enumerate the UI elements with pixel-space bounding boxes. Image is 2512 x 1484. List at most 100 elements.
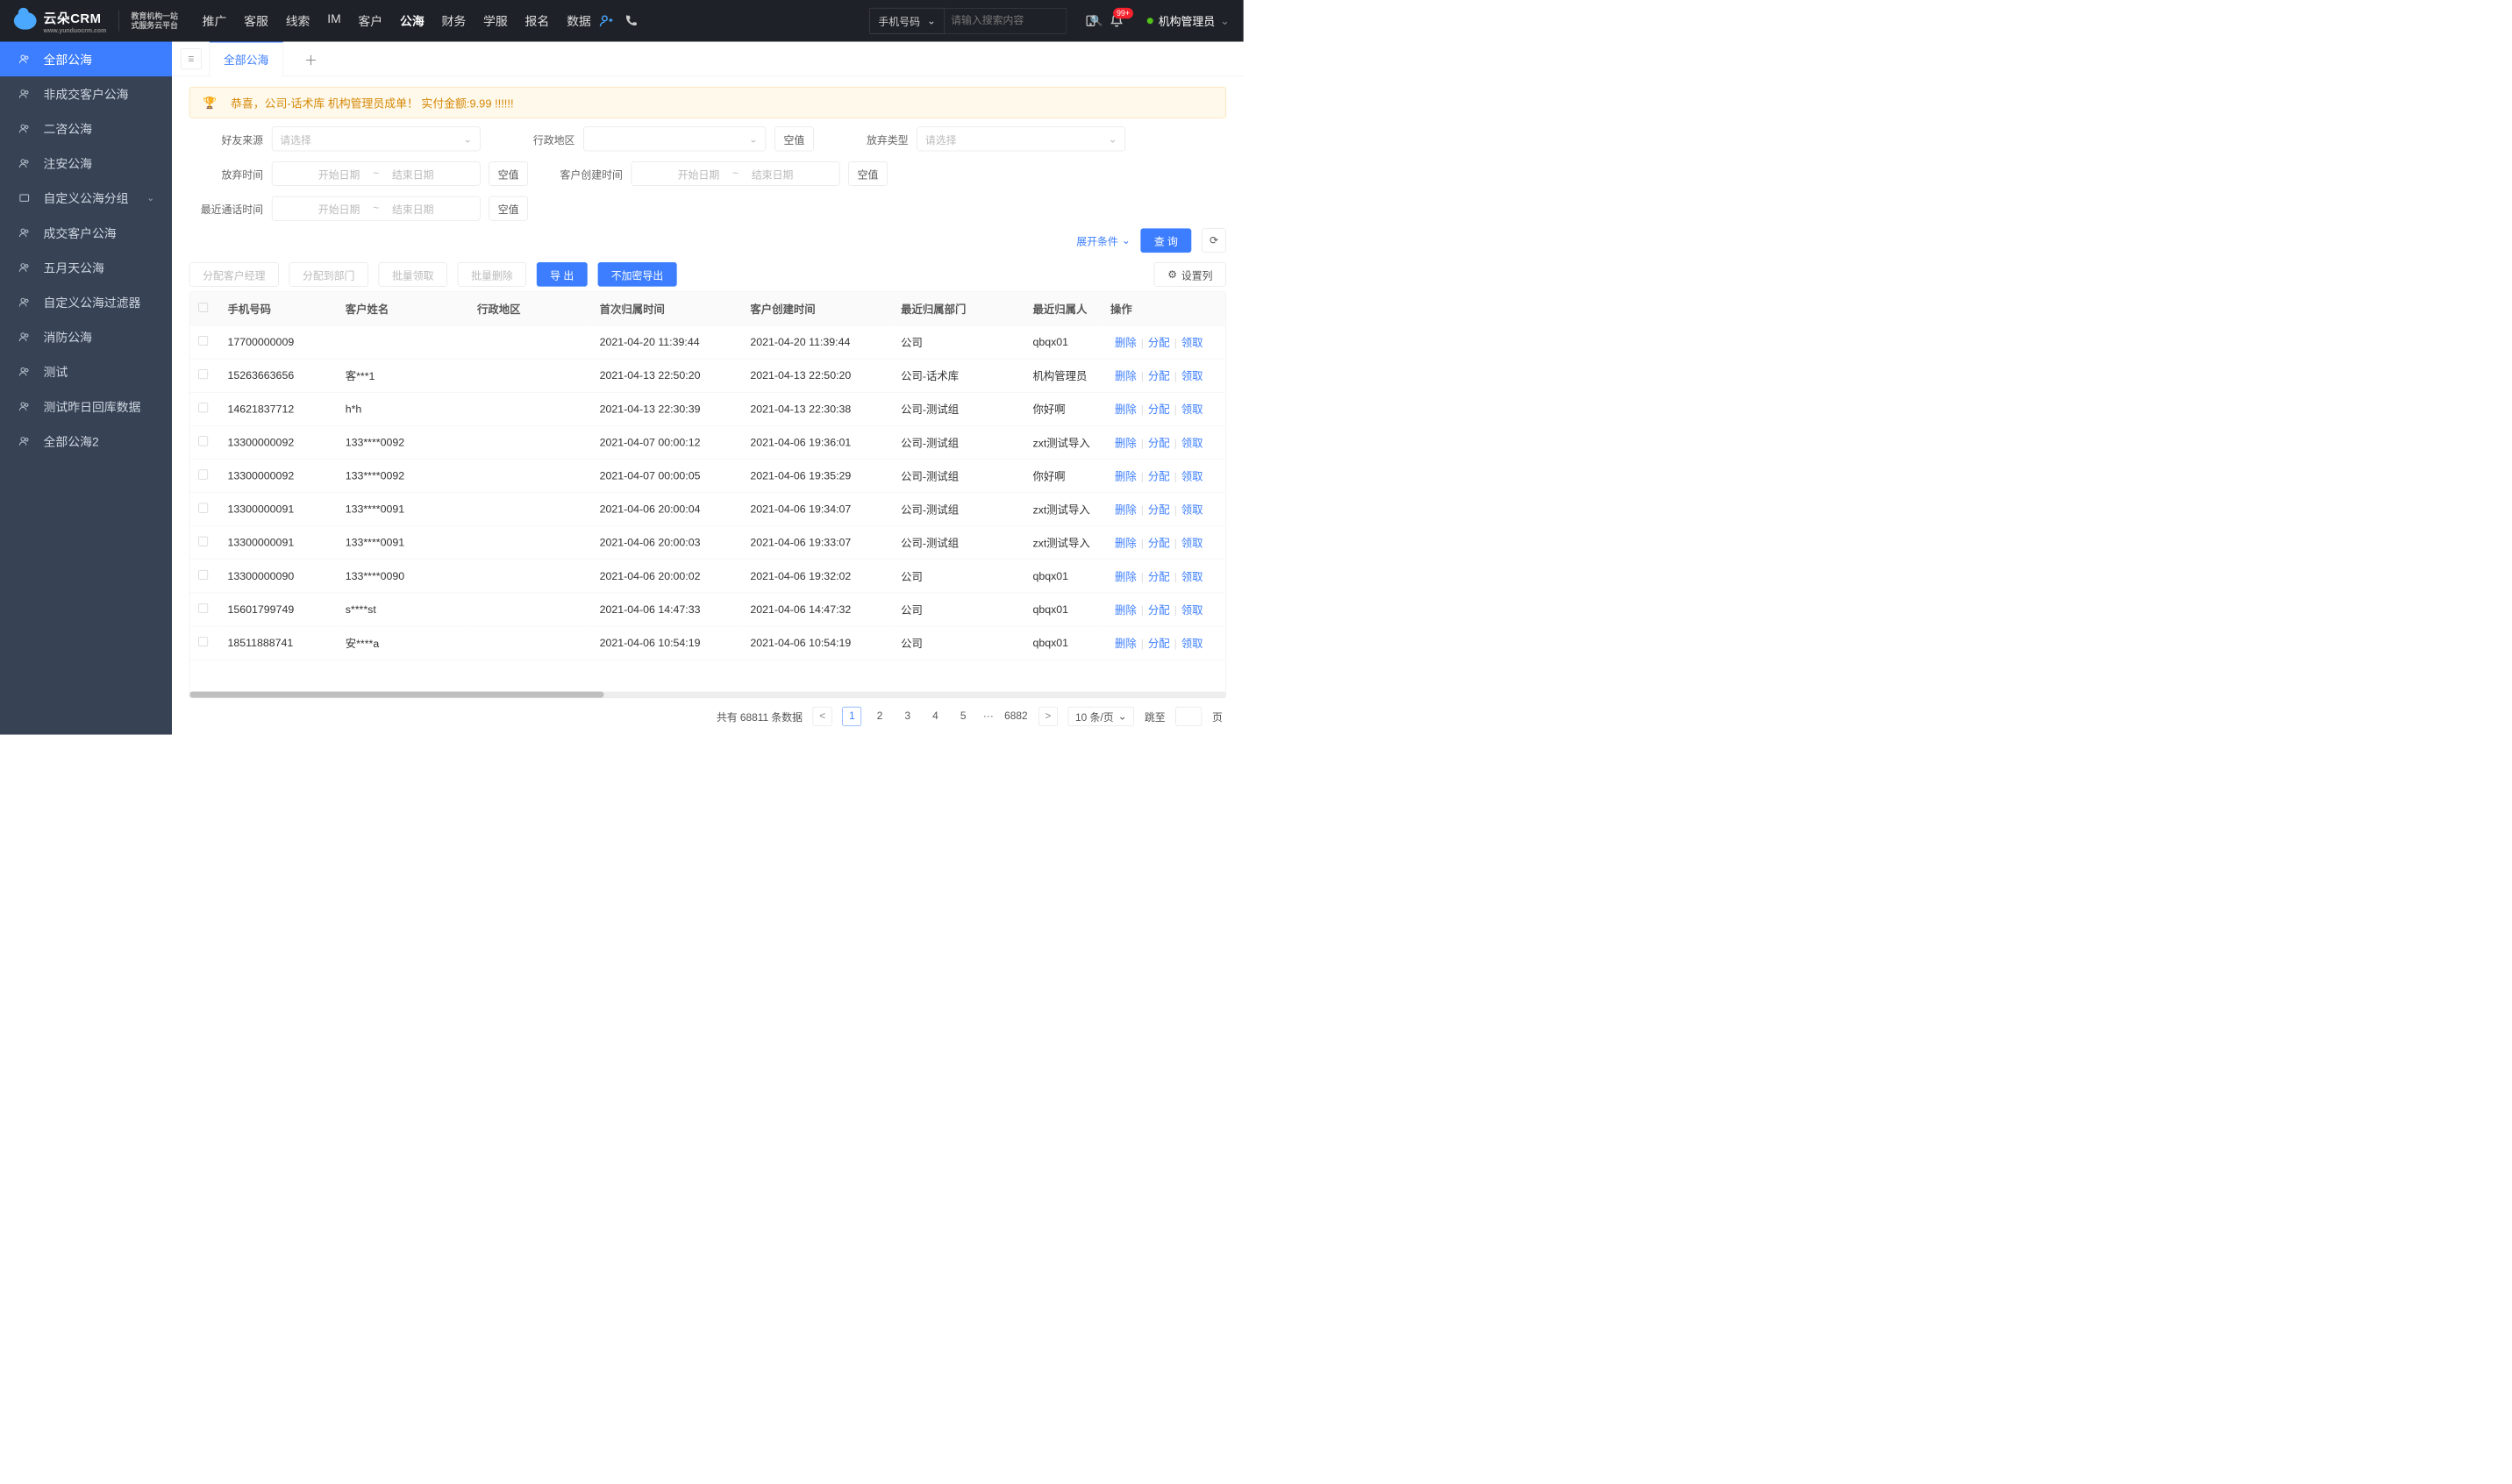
row-claim-link[interactable]: 领取 xyxy=(1181,538,1203,550)
filter-abandon-time-empty[interactable]: 空值 xyxy=(489,161,528,186)
user-menu[interactable]: 机构管理员 ⌄ xyxy=(1147,13,1230,29)
sidebar-item-0[interactable]: 全部公海 xyxy=(0,42,172,77)
export-plain-button[interactable]: 不加密导出 xyxy=(597,262,676,287)
nav-item-4[interactable]: 客户 xyxy=(358,12,382,30)
row-assign-link[interactable]: 分配 xyxy=(1148,604,1170,617)
row-claim-link[interactable]: 领取 xyxy=(1181,403,1203,416)
row-assign-link[interactable]: 分配 xyxy=(1148,403,1170,416)
sidebar-item-6[interactable]: 五月天公海 xyxy=(0,250,172,285)
row-checkbox[interactable] xyxy=(198,469,208,479)
nav-item-2[interactable]: 线索 xyxy=(286,12,310,30)
page-size-select[interactable]: 10 条/页⌄ xyxy=(1068,707,1134,726)
page-number[interactable]: 4 xyxy=(926,707,946,726)
row-assign-link[interactable]: 分配 xyxy=(1148,471,1170,483)
sidebar-item-11[interactable]: 全部公海2 xyxy=(0,424,172,459)
sidebar-item-8[interactable]: 消防公海 xyxy=(0,319,172,354)
select-all-checkbox[interactable] xyxy=(198,303,208,312)
nav-item-0[interactable]: 推广 xyxy=(203,12,227,30)
row-checkbox[interactable] xyxy=(198,336,208,346)
row-assign-link[interactable]: 分配 xyxy=(1148,638,1170,650)
next-page-button[interactable]: > xyxy=(1038,707,1058,726)
row-claim-link[interactable]: 领取 xyxy=(1181,571,1203,583)
assign-manager-button[interactable]: 分配客户经理 xyxy=(189,262,279,287)
export-button[interactable]: 导 出 xyxy=(537,262,588,287)
nav-item-5[interactable]: 公海 xyxy=(400,12,425,30)
expand-filters-link[interactable]: 展开条件⌄ xyxy=(1076,233,1130,248)
row-claim-link[interactable]: 领取 xyxy=(1181,370,1203,382)
filter-create-time-empty[interactable]: 空值 xyxy=(848,161,888,186)
nav-item-7[interactable]: 学服 xyxy=(483,12,508,30)
row-claim-link[interactable]: 领取 xyxy=(1181,471,1203,483)
phone-icon[interactable] xyxy=(622,12,639,30)
filter-source-select[interactable]: 请选择⌄ xyxy=(272,127,481,152)
query-button[interactable]: 查 询 xyxy=(1141,228,1192,253)
nav-item-9[interactable]: 数据 xyxy=(567,12,591,30)
row-checkbox[interactable] xyxy=(198,637,208,646)
sidebar-item-5[interactable]: 成交客户公海 xyxy=(0,216,172,251)
batch-claim-button[interactable]: 批量领取 xyxy=(379,262,447,287)
page-number[interactable]: 5 xyxy=(953,707,973,726)
batch-delete-button[interactable]: 批量删除 xyxy=(458,262,526,287)
sidebar-item-3[interactable]: 注安公海 xyxy=(0,146,172,181)
collapse-tabs-icon[interactable]: ☰ xyxy=(181,48,202,69)
row-delete-link[interactable]: 删除 xyxy=(1115,571,1137,583)
filter-last-call-empty[interactable]: 空值 xyxy=(489,196,528,221)
sidebar-item-1[interactable]: 非成交客户公海 xyxy=(0,76,172,111)
sidebar-item-2[interactable]: 二咨公海 xyxy=(0,111,172,146)
row-checkbox[interactable] xyxy=(198,436,208,446)
row-claim-link[interactable]: 领取 xyxy=(1181,604,1203,617)
filter-create-time-range[interactable]: 开始日期~结束日期 xyxy=(632,161,840,186)
row-claim-link[interactable]: 领取 xyxy=(1181,504,1203,517)
filter-region-empty[interactable]: 空值 xyxy=(774,127,814,152)
add-user-icon[interactable] xyxy=(598,12,616,30)
nav-item-8[interactable]: 报名 xyxy=(525,12,550,30)
row-claim-link[interactable]: 领取 xyxy=(1181,437,1203,449)
row-delete-link[interactable]: 删除 xyxy=(1115,638,1137,650)
row-delete-link[interactable]: 删除 xyxy=(1115,403,1137,416)
tablet-icon[interactable] xyxy=(1082,12,1100,30)
row-delete-link[interactable]: 删除 xyxy=(1115,538,1137,550)
row-checkbox[interactable] xyxy=(198,570,208,580)
row-delete-link[interactable]: 删除 xyxy=(1115,471,1137,483)
row-claim-link[interactable]: 领取 xyxy=(1181,337,1203,349)
jump-page-input[interactable] xyxy=(1175,707,1202,726)
row-delete-link[interactable]: 删除 xyxy=(1115,370,1137,382)
row-delete-link[interactable]: 删除 xyxy=(1115,504,1137,517)
sidebar-item-10[interactable]: 测试昨日回库数据 xyxy=(0,389,172,425)
row-assign-link[interactable]: 分配 xyxy=(1148,370,1170,382)
horizontal-scrollbar[interactable] xyxy=(189,692,1225,698)
column-setting-button[interactable]: ⚙设置列 xyxy=(1154,262,1226,287)
add-tab-button[interactable]: ＋ xyxy=(301,48,322,69)
row-assign-link[interactable]: 分配 xyxy=(1148,571,1170,583)
nav-item-1[interactable]: 客服 xyxy=(244,12,268,30)
nav-item-6[interactable]: 财务 xyxy=(441,12,466,30)
sidebar-item-9[interactable]: 测试 xyxy=(0,354,172,389)
sidebar-item-4[interactable]: 自定义公海分组⌄ xyxy=(0,181,172,216)
filter-last-call-range[interactable]: 开始日期~结束日期 xyxy=(272,196,481,221)
row-checkbox[interactable] xyxy=(198,603,208,613)
filter-abandon-type-select[interactable]: 请选择⌄ xyxy=(917,127,1125,152)
row-checkbox[interactable] xyxy=(198,369,208,379)
row-delete-link[interactable]: 删除 xyxy=(1115,337,1137,349)
row-assign-link[interactable]: 分配 xyxy=(1148,538,1170,550)
last-page-button[interactable]: 6882 xyxy=(1004,707,1028,726)
notifications[interactable]: 99+ xyxy=(1106,11,1127,32)
row-assign-link[interactable]: 分配 xyxy=(1148,337,1170,349)
row-assign-link[interactable]: 分配 xyxy=(1148,504,1170,517)
row-delete-link[interactable]: 删除 xyxy=(1115,437,1137,449)
sidebar-item-7[interactable]: 自定义公海过滤器 xyxy=(0,285,172,320)
page-number[interactable]: 2 xyxy=(870,707,889,726)
page-number[interactable]: 1 xyxy=(843,707,862,726)
row-checkbox[interactable] xyxy=(198,503,208,512)
row-delete-link[interactable]: 删除 xyxy=(1115,604,1137,617)
filter-abandon-time-range[interactable]: 开始日期~结束日期 xyxy=(272,161,481,186)
row-claim-link[interactable]: 领取 xyxy=(1181,638,1203,650)
prev-page-button[interactable]: < xyxy=(813,707,832,726)
row-checkbox[interactable] xyxy=(198,537,208,546)
nav-item-3[interactable]: IM xyxy=(327,12,340,30)
search-type-select[interactable]: 手机号码 ⌄ xyxy=(869,8,945,34)
search-input[interactable] xyxy=(951,15,1085,27)
tab-active[interactable]: 全部公海 xyxy=(210,41,283,76)
refresh-button[interactable]: ⟳ xyxy=(1202,228,1226,253)
row-checkbox[interactable] xyxy=(198,403,208,412)
